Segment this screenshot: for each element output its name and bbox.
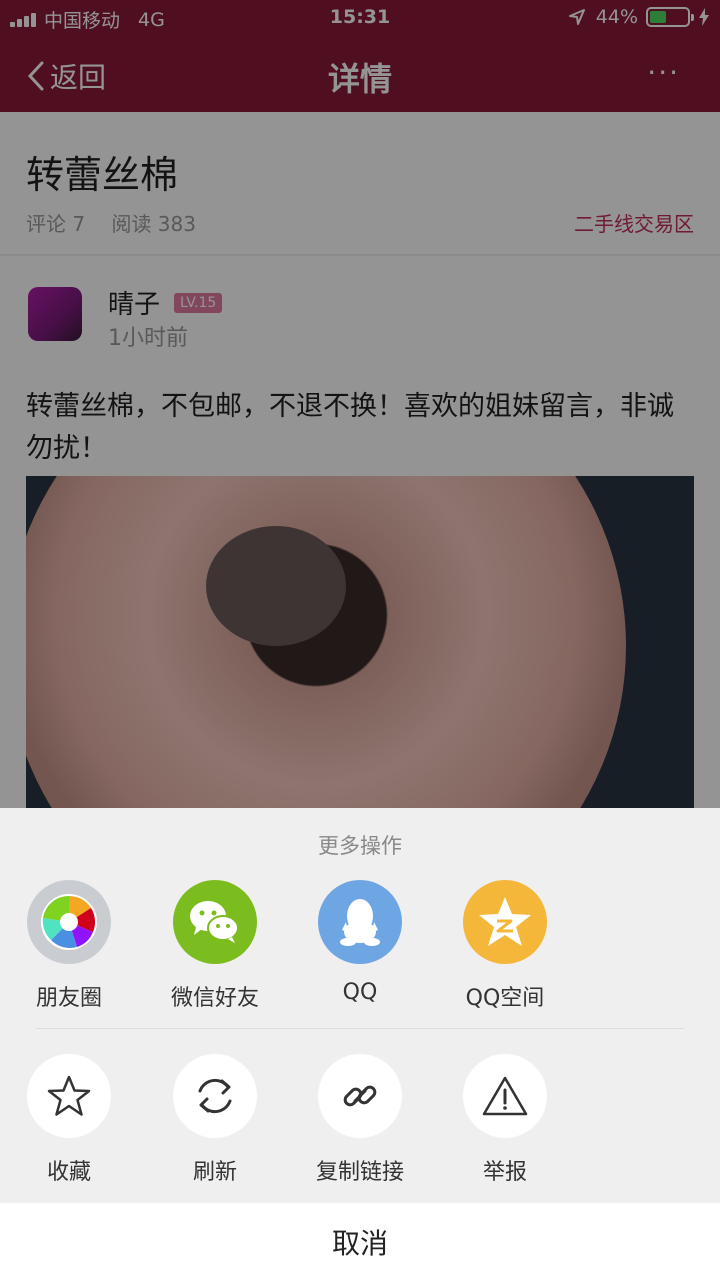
sheet-divider <box>36 1028 684 1029</box>
sheet-title: 更多操作 <box>318 834 402 858</box>
share-moments-button[interactable]: 朋友圈 <box>9 880 129 1012</box>
dim-overlay[interactable] <box>0 0 720 808</box>
wechat-icon <box>173 880 257 964</box>
action-sheet: 更多操作 朋友圈 微信好友 QQ QQ空间 收藏 刷新 复制链接 举报 <box>0 808 720 1203</box>
share-label: QQ <box>342 980 378 1005</box>
link-icon <box>318 1054 402 1138</box>
star-icon <box>27 1054 111 1138</box>
share-wechat-button[interactable]: 微信好友 <box>155 880 275 1012</box>
favorite-button[interactable]: 收藏 <box>9 1054 129 1186</box>
copy-link-button[interactable]: 复制链接 <box>300 1054 420 1186</box>
qq-icon <box>318 880 402 964</box>
report-button[interactable]: 举报 <box>445 1054 565 1186</box>
share-qq-button[interactable]: QQ <box>300 880 420 1005</box>
share-qzone-button[interactable]: QQ空间 <box>445 880 565 1012</box>
share-label: 微信好友 <box>170 986 259 1011</box>
qzone-icon <box>463 880 547 964</box>
action-label: 复制链接 <box>315 1160 404 1185</box>
warning-icon <box>463 1054 547 1138</box>
moments-icon <box>27 880 111 964</box>
cancel-button[interactable]: 取消 <box>0 1203 720 1280</box>
action-label: 刷新 <box>192 1160 237 1185</box>
action-label: 举报 <box>482 1160 527 1185</box>
action-label: 收藏 <box>46 1160 91 1185</box>
refresh-icon <box>173 1054 257 1138</box>
share-label: 朋友圈 <box>35 986 102 1011</box>
refresh-button[interactable]: 刷新 <box>155 1054 275 1186</box>
share-label: QQ空间 <box>465 986 545 1011</box>
